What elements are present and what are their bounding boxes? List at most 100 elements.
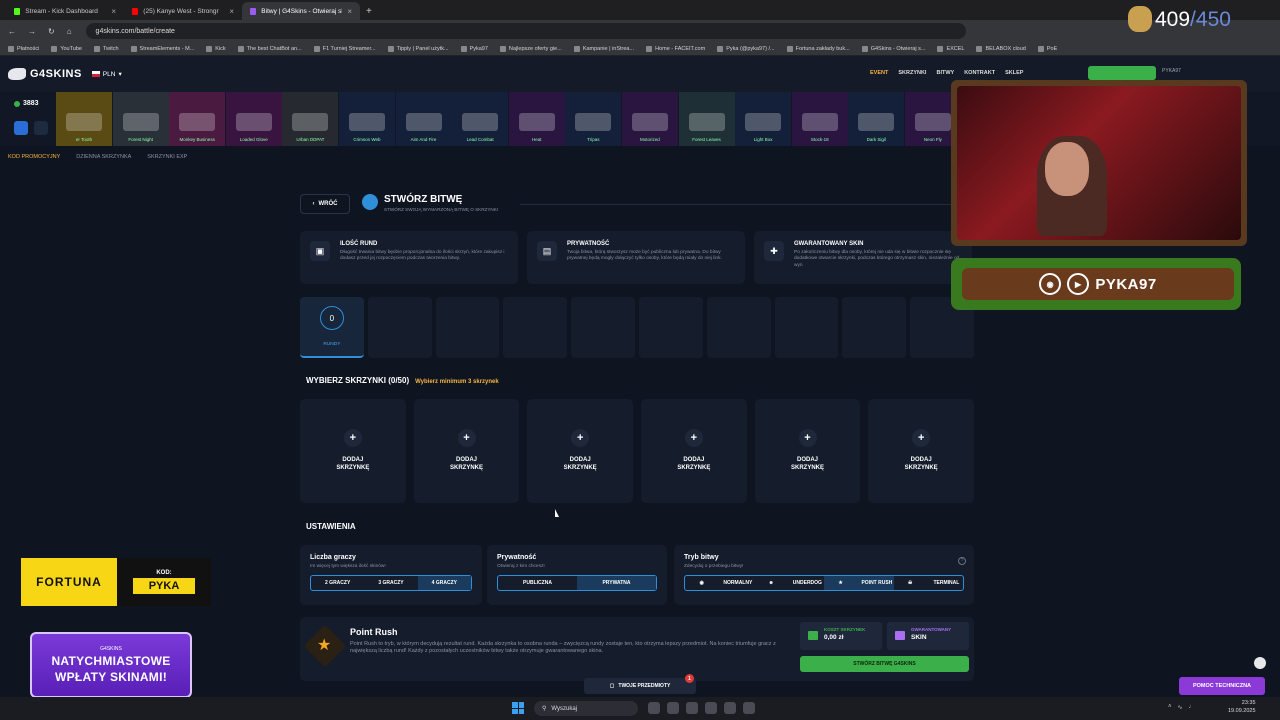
bookmark-item[interactable]: EXCEL bbox=[937, 45, 964, 52]
close-tab-icon[interactable]: × bbox=[229, 7, 234, 16]
obs-icon[interactable] bbox=[724, 702, 736, 714]
case-tile[interactable]: Monkey Business bbox=[169, 92, 226, 146]
taskbar-clock[interactable]: 23:35 19.09.2025 bbox=[1228, 700, 1256, 715]
bookmark-item[interactable]: The best ChatBot an... bbox=[237, 45, 302, 52]
nav-item-bitwy[interactable]: BITWY bbox=[936, 70, 954, 76]
case-tile[interactable]: Forest Leaves bbox=[678, 92, 735, 146]
weapon-skin-icon bbox=[405, 113, 442, 131]
case-tile[interactable]: Loaded Glove bbox=[225, 92, 282, 146]
coin-balance[interactable]: 3883 bbox=[14, 100, 39, 107]
browser-tab[interactable]: Stream - Kick Dashboard × bbox=[6, 2, 124, 20]
option-prywatna[interactable]: PRYWATNA bbox=[577, 576, 656, 590]
browser-tab[interactable]: Bitwy | G4Skins - Otwieraj skrz × bbox=[242, 2, 360, 20]
wifi-icon[interactable]: ∿ bbox=[1178, 704, 1183, 711]
add-case-slot[interactable]: + DODAJ SKRZYNKĘ bbox=[868, 399, 975, 503]
task-view-icon[interactable] bbox=[648, 702, 660, 714]
round-slot bbox=[842, 297, 907, 358]
url-input[interactable]: g4skins.com/battle/create bbox=[85, 23, 966, 39]
case-tile[interactable]: Tripas bbox=[565, 92, 622, 146]
currency-selector[interactable]: PLN ▾ bbox=[91, 70, 122, 78]
wolf-logo-icon bbox=[8, 68, 26, 80]
site-logo[interactable]: G4SKINS bbox=[8, 68, 82, 80]
case-tile[interactable]: Crimson Web bbox=[338, 92, 395, 146]
subnav-item[interactable]: DZIENNA SKRZYNKA bbox=[76, 154, 131, 160]
header-username[interactable]: PYKA97 bbox=[1162, 68, 1181, 74]
home-icon[interactable]: ⌂ bbox=[67, 27, 72, 36]
chat-bubble-icon[interactable] bbox=[1254, 657, 1266, 669]
deposit-button[interactable] bbox=[1088, 66, 1156, 80]
option-normalny[interactable]: ◉ NORMALNY bbox=[685, 576, 755, 590]
case-tile[interactable]: Heat bbox=[508, 92, 565, 146]
close-tab-icon[interactable]: × bbox=[111, 7, 116, 16]
taskbar-search[interactable]: ⚲ Wyszukaj bbox=[534, 701, 638, 716]
bookmark-item[interactable]: Home - FACEIT.com bbox=[646, 45, 705, 52]
bookmark-item[interactable]: Płatności bbox=[8, 45, 39, 52]
bookmark-item[interactable]: Pyka (@pyka97) /... bbox=[717, 45, 775, 52]
case-tile[interactable]: Forest Night bbox=[112, 92, 169, 146]
bookmark-item[interactable]: Pyka97 bbox=[460, 45, 488, 52]
create-battle-button[interactable]: STWÓRZ BITWĘ G4SKINS bbox=[800, 656, 969, 672]
nav-item-kontrakt[interactable]: KONTRAKT bbox=[964, 70, 995, 76]
bookmark-item[interactable]: Fortuna zakłady buk... bbox=[786, 45, 850, 52]
discord-icon[interactable] bbox=[705, 702, 717, 714]
add-case-slot[interactable]: + DODAJ SKRZYNKĘ bbox=[754, 399, 861, 503]
chrome-icon[interactable] bbox=[686, 702, 698, 714]
windows-start-icon[interactable] bbox=[512, 702, 524, 714]
speaker-icon[interactable]: ♩ bbox=[1189, 704, 1195, 711]
tray-chevron-icon[interactable]: ˄ bbox=[1168, 704, 1172, 711]
bookmark-item[interactable]: Tipply | Panel użytk... bbox=[387, 45, 449, 52]
bookmark-item[interactable]: F1 Turniej Streamer... bbox=[313, 45, 376, 52]
cost-box: KOSZT SKRZYNEK 0,00 zł bbox=[800, 622, 882, 650]
bookmark-favicon-icon bbox=[206, 45, 213, 52]
add-case-slot[interactable]: + DODAJ SKRZYNKĘ bbox=[527, 399, 634, 503]
bookmark-item[interactable]: BELABOX cloud bbox=[976, 45, 1026, 52]
case-tile[interactable]: Urban DDPAT bbox=[282, 92, 339, 146]
browser-tab[interactable]: (25) Kanye West - Strongr × bbox=[124, 2, 242, 20]
bookmark-favicon-icon bbox=[8, 45, 14, 52]
bookmark-item[interactable]: StreamElements - M... bbox=[130, 45, 194, 52]
kick-icon[interactable] bbox=[743, 702, 755, 714]
case-tile[interactable]: er Tooth bbox=[56, 92, 112, 146]
bookmark-item[interactable]: PoE bbox=[1037, 45, 1057, 52]
bookmark-favicon-icon bbox=[387, 45, 394, 52]
bookmark-item[interactable]: YouTube bbox=[51, 45, 82, 52]
bookmark-item[interactable]: Twitch bbox=[93, 45, 119, 52]
option-2-graczy[interactable]: 2 GRACZY bbox=[311, 576, 364, 590]
bookmark-item[interactable]: G4Skins - Otwieraj s... bbox=[861, 45, 925, 52]
add-case-slot[interactable]: + DODAJ SKRZYNKĘ bbox=[641, 399, 747, 503]
close-tab-icon[interactable]: × bbox=[347, 7, 352, 16]
case-tile[interactable]: Light Box bbox=[735, 92, 792, 146]
option-point-rush[interactable]: ★ POINT RUSH bbox=[824, 576, 894, 590]
reload-icon[interactable]: ↻ bbox=[48, 27, 55, 36]
your-items-button[interactable]: ▢ TWOJE PRZEDMIOTY 1 bbox=[584, 674, 696, 694]
case-tile[interactable]: Stock-18 bbox=[791, 92, 848, 146]
bookmark-item[interactable]: Kick bbox=[206, 45, 226, 52]
case-tile[interactable]: Motorized bbox=[621, 92, 678, 146]
option-publiczna[interactable]: PUBLICZNA bbox=[498, 576, 577, 590]
nav-item-event[interactable]: EVENT bbox=[870, 70, 888, 76]
crown-icon[interactable] bbox=[34, 121, 48, 135]
back-arrow-icon[interactable]: ← bbox=[8, 27, 16, 36]
case-tile[interactable]: Dark Sigil bbox=[848, 92, 905, 146]
new-tab-button[interactable]: + bbox=[366, 6, 372, 17]
nav-item-skrzynki[interactable]: SKRZYNKI bbox=[898, 70, 926, 76]
option-terminal[interactable]: ☠ TERMINAL bbox=[894, 576, 964, 590]
nav-item-sklep[interactable]: SKLEP bbox=[1005, 70, 1023, 76]
bookmark-item[interactable]: Najlepsze oferty gie... bbox=[499, 45, 562, 52]
grid-view-icon[interactable] bbox=[14, 121, 28, 135]
add-case-slot[interactable]: + DODAJ SKRZYNKĘ bbox=[413, 399, 520, 503]
add-case-slot[interactable]: + DODAJ SKRZYNKĘ bbox=[300, 399, 406, 503]
back-button[interactable]: ‹ WRÓĆ bbox=[300, 194, 350, 214]
help-icon[interactable]: ? bbox=[958, 557, 966, 565]
option-4-graczy[interactable]: 4 GRACZY bbox=[417, 576, 471, 590]
bookmark-item[interactable]: Kampanie | inStrea... bbox=[573, 45, 634, 52]
support-button[interactable]: POMOC TECHNICZNA bbox=[1179, 677, 1265, 695]
case-tile[interactable]: Lead Combat bbox=[452, 92, 509, 146]
case-tile[interactable]: Aim And Fire bbox=[395, 92, 452, 146]
subnav-item[interactable]: KOD PROMOCYJNY bbox=[8, 154, 60, 160]
forward-arrow-icon[interactable]: → bbox=[28, 27, 36, 36]
option-3-graczy[interactable]: 3 GRACZY bbox=[364, 576, 417, 590]
option-underdog[interactable]: ☻ UNDERDOG bbox=[755, 576, 825, 590]
file-explorer-icon[interactable] bbox=[667, 702, 679, 714]
subnav-item[interactable]: SKRZYNKI EXP bbox=[147, 154, 187, 160]
